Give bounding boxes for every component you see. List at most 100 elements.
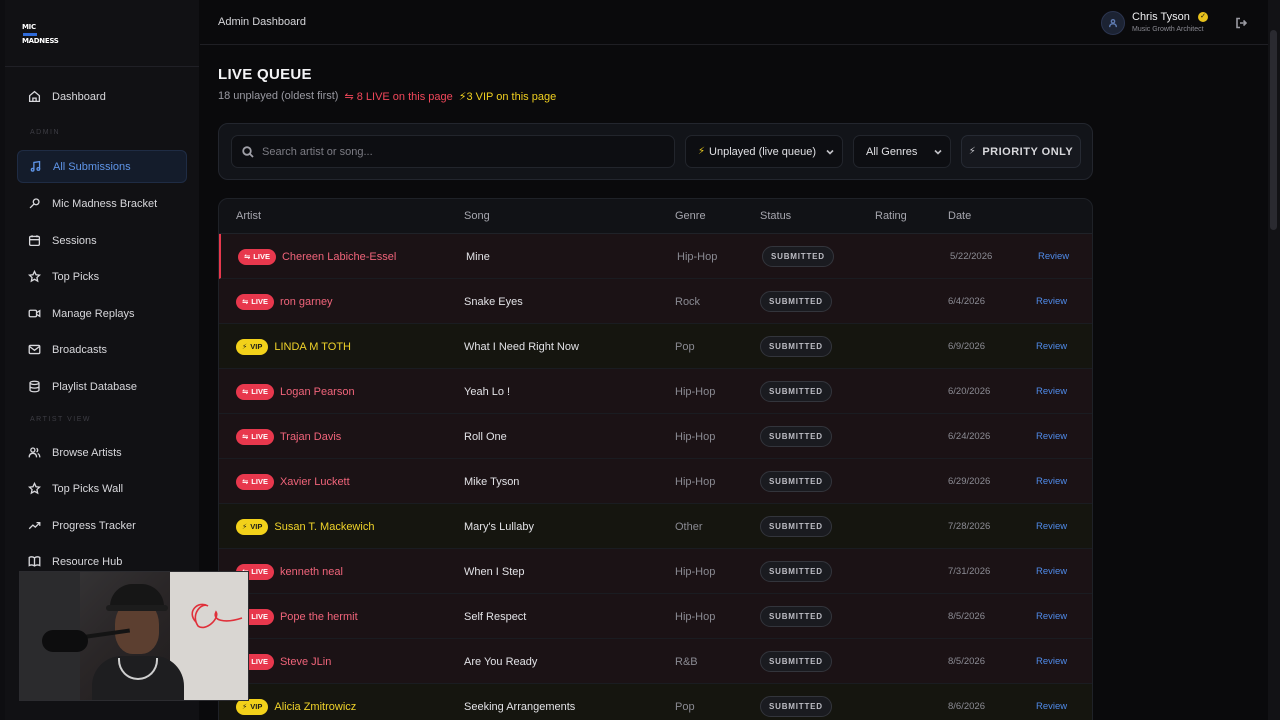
status-badge-cell: SUBMITTED [760,594,832,639]
search-input[interactable] [262,145,662,158]
table-row[interactable]: ⚡ VIP LINDA M TOTH What I Need Right Now Pop… [219,324,1092,369]
review-link[interactable]: Review [1036,296,1067,307]
app-logo[interactable]: MIC MADNESS [22,24,59,45]
vip-count: ⚡3 VIP on this page [459,90,556,103]
sidebar-item-label: Top Picks Wall [52,482,124,495]
sidebar-item-label: All Submissions [53,160,131,173]
review-link[interactable]: Review [1036,566,1067,577]
genre-label-cell: Pop [675,324,695,369]
review-link[interactable]: Review [1036,521,1067,532]
artist-name[interactable]: kenneth neal [280,566,343,578]
artist-name[interactable]: Xavier Luckett [280,476,350,488]
submission-date-cell: 8/6/2026 [948,684,985,720]
table-row[interactable]: ⇋LIVEPope the hermitSelf RespectHip-HopS… [219,594,1092,639]
sidebar-item-dashboard[interactable]: Dashboard [17,80,187,113]
sidebar-item-progress-tracker[interactable]: Progress Tracker [17,509,187,542]
sidebar-item-manage-replays[interactable]: Manage Replays [17,297,187,330]
sidebar-item-mic-madness-bracket[interactable]: Mic Madness Bracket [17,187,187,220]
status-badge-cell: SUBMITTED [760,549,832,594]
submission-date: 6/20/2026 [948,386,991,397]
genre-label-cell: Hip-Hop [675,459,715,504]
review-link[interactable]: Review [1036,431,1067,442]
review-link-cell: Review [1036,369,1067,414]
sidebar-item-broadcasts[interactable]: Broadcasts [17,333,187,366]
column-header-song[interactable]: Song [464,210,490,222]
sidebar-divider [5,66,199,67]
song-title-cell: Seeking Arrangements [464,684,575,720]
song-title: Snake Eyes [464,295,523,308]
sidebar-item-label: Dashboard [52,90,106,103]
column-header-date[interactable]: Date [948,210,971,222]
review-link[interactable]: Review [1036,386,1067,397]
sidebar-item-sessions[interactable]: Sessions [17,224,187,257]
status-filter-select[interactable]: ⚡ Unplayed (live queue) [685,135,843,168]
genre-filter-select[interactable]: All Genres [853,135,951,168]
genre-label-cell: Rock [675,279,700,324]
priority-only-button[interactable]: ⚡ PRIORITY ONLY [961,135,1081,168]
artist-name[interactable]: LINDA M TOTH [274,341,351,353]
scrollbar-thumb[interactable] [1270,30,1277,230]
table-row[interactable]: ⇋ LIVE Xavier Luckett Mike Tyson Hip-Hop SUBM… [219,459,1092,504]
artist-name[interactable]: Logan Pearson [280,386,355,398]
trending-up-icon [27,519,41,533]
review-link[interactable]: Review [1036,656,1067,667]
genre-label: Hip-Hop [675,385,716,398]
submission-date: 6/4/2026 [948,296,985,307]
bolt-icon: ⚡ [242,522,248,531]
table-row[interactable]: ⚡ VIP Susan T. Mackewich Mary's Lullaby Othe… [219,504,1092,549]
table-row[interactable]: ⇋LIVESteve JLinAre You ReadyR&BSUBMITTED… [219,639,1092,684]
top-bar: Admin Dashboard Chris Tyson ✓ Music Grow… [200,0,1268,45]
badge-label: LIVE [251,297,268,306]
table-row[interactable]: ⇋ LIVE Trajan Davis Roll One Hip-Hop SUBMITTE… [219,414,1092,459]
review-link-cell: Review [1036,324,1067,369]
table-row[interactable]: ⚡ VIP Alicia Zmitrowicz Seeking Arrangement… [219,684,1092,720]
artist-cell: ⇋LIVESteve JLin [236,639,331,684]
review-link[interactable]: Review [1036,341,1067,352]
live-badge: ⇋LIVE [238,248,276,265]
status-badge: SUBMITTED [760,291,832,312]
user-role: Music Growth Architect [1132,26,1204,33]
song-title-cell: Mary's Lullaby [464,504,534,549]
review-link[interactable]: Review [1036,701,1067,712]
artist-name[interactable]: Susan T. Mackewich [274,521,374,533]
webcam-microphone [42,630,88,652]
artist-cell: ⇋ LIVE Xavier Luckett [236,459,350,504]
artist-name[interactable]: Steve JLin [280,656,331,668]
review-link-cell: Review [1036,414,1067,459]
sidebar-item-top-picks[interactable]: Top Picks [17,260,187,293]
sidebar-item-label: Broadcasts [52,343,108,356]
avatar[interactable] [1101,11,1125,35]
sidebar-item-top-picks-wall[interactable]: Top Picks Wall [17,472,187,505]
song-title-cell: Roll One [464,414,507,459]
search-box[interactable] [231,135,675,168]
sidebar-item-all-submissions[interactable]: All Submissions [17,150,187,183]
column-header-rating[interactable]: Rating [875,210,907,222]
logout-icon[interactable] [1235,16,1248,29]
table-row[interactable]: ⇋ LIVE ron garney Snake Eyes Rock SUBMITTED 6/… [219,279,1092,324]
artist-name[interactable]: ron garney [280,296,333,308]
live-badge: ⇋LIVE [236,383,274,400]
status-badge-cell: SUBMITTED [760,639,832,684]
artist-name[interactable]: Alicia Zmitrowicz [274,701,356,713]
table-row[interactable]: ⇋LIVEkenneth nealWhen I StepHip-HopSUBMI… [219,549,1092,594]
submission-date: 7/28/2026 [948,521,991,532]
user-icon [1109,19,1117,28]
review-link[interactable]: Review [1036,611,1067,622]
artist-name[interactable]: Pope the hermit [280,611,358,623]
song-title-cell: Are You Ready [464,639,537,684]
column-header-status[interactable]: Status [760,210,791,222]
sidebar-item-playlist-database[interactable]: Playlist Database [17,370,187,403]
table-row[interactable]: ⇋ LIVE Logan Pearson Yeah Lo ! Hip-Hop SUBMIT… [219,369,1092,414]
artist-name[interactable]: Trajan Davis [280,431,341,443]
review-link[interactable]: Review [1036,476,1067,487]
column-header-artist[interactable]: Artist [236,210,261,222]
column-header-genre[interactable]: Genre [675,210,706,222]
table-row[interactable]: ⇋ LIVE Chereen Labiche-Essel Mine Hip-Hop SUB… [219,234,1092,279]
review-link[interactable]: Review [1038,251,1069,262]
submission-date-cell: 5/22/2026 [950,234,992,279]
review-link-cell: Review [1036,459,1067,504]
artist-name[interactable]: Chereen Labiche-Essel [282,251,396,263]
sidebar-item-browse-artists[interactable]: Browse Artists [17,436,187,469]
submission-date-cell: 8/5/2026 [948,639,985,684]
badge-label: LIVE [251,657,268,666]
